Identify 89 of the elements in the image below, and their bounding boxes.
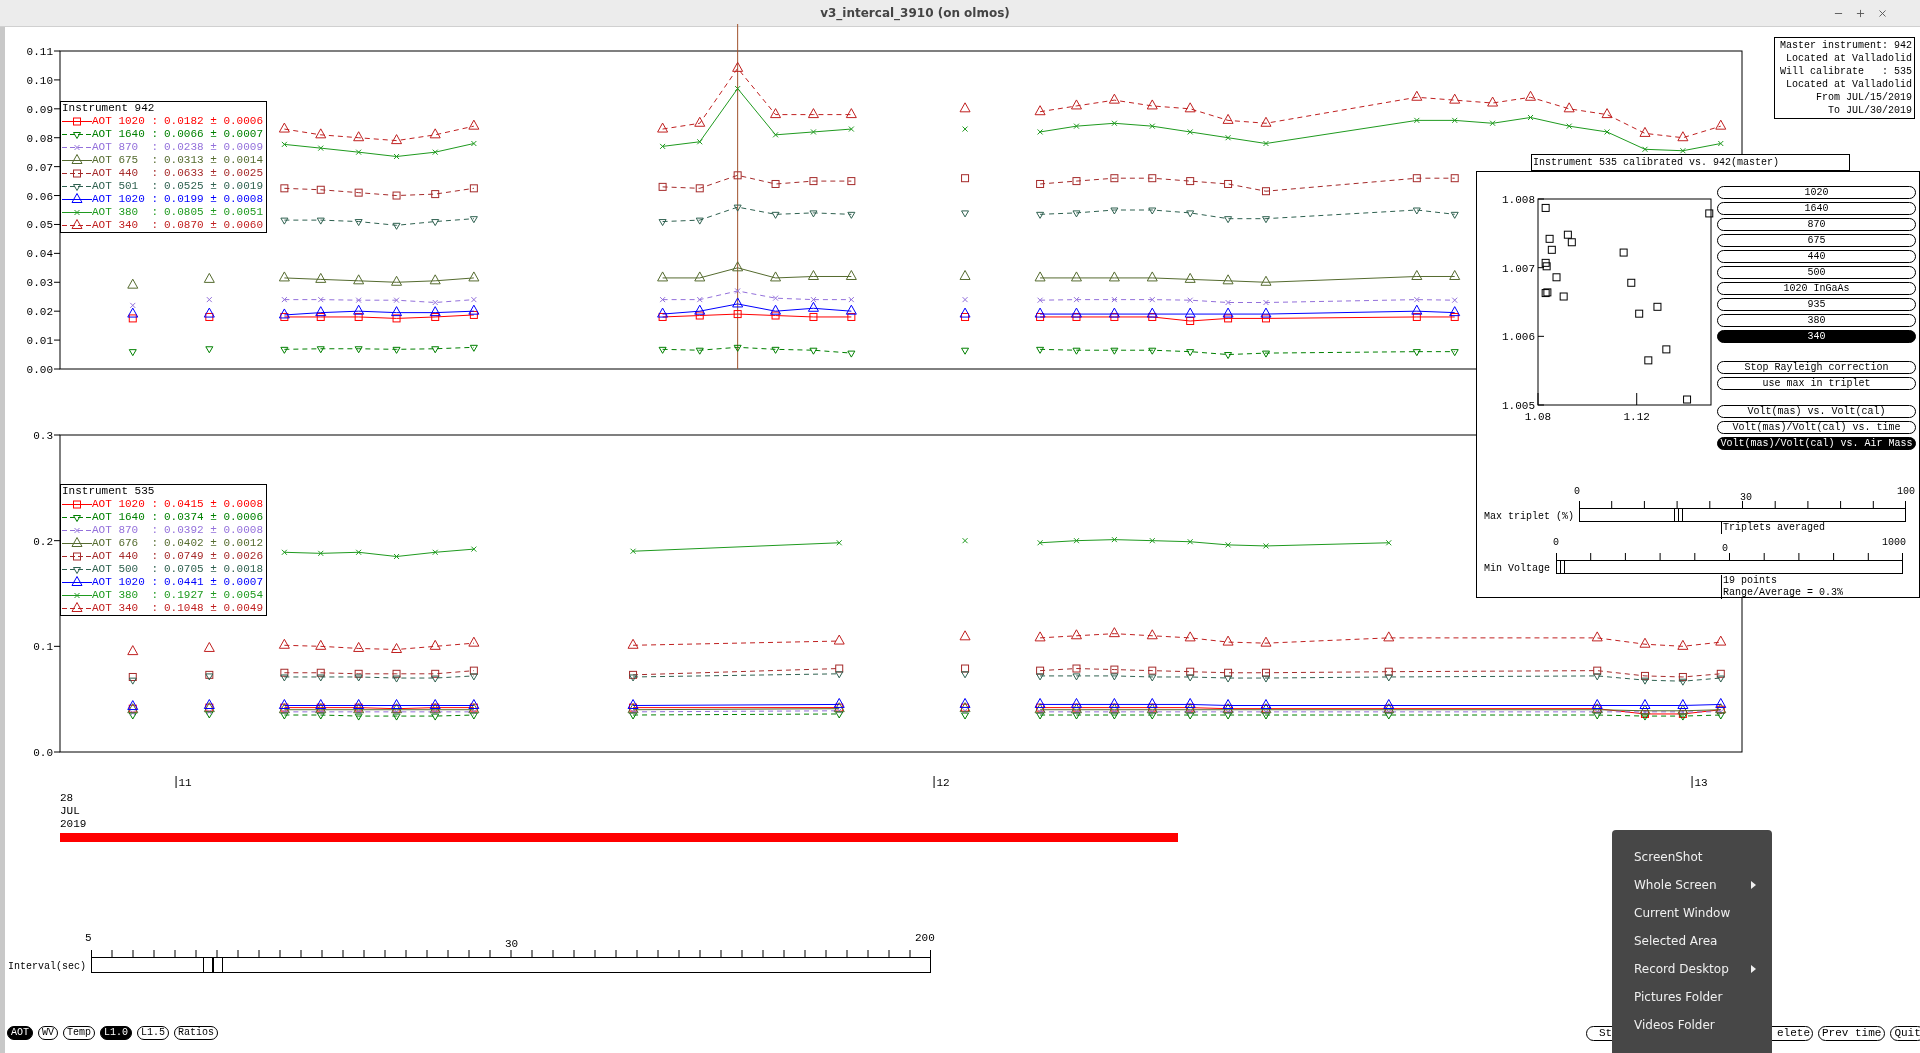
info-line: To JUL/30/2019 (1828, 104, 1912, 117)
legend-label: AOT 501 : (92, 180, 159, 193)
legend-label: AOT 1020 : (92, 498, 159, 511)
info-line: Located at Valladolid (1785, 52, 1912, 65)
window-title: v3_intercal_3910 (on olmos) (820, 5, 1010, 22)
legend-label: AOT 870 : (92, 141, 159, 154)
slider-note: Triplets averaged (1721, 522, 1826, 534)
slider-min-label: 0 (1574, 485, 1580, 499)
slider-min-label: 0 (1553, 536, 1559, 550)
x-tick-label: 12 (936, 777, 950, 789)
y-tick-label: 0.07 (26, 161, 53, 174)
slider-min-label: 5 (85, 932, 92, 945)
date-label: 2019 (60, 818, 87, 831)
y-tick-label: 0.02 (26, 306, 53, 319)
legend-value: 0.0805 ± 0.0051 (164, 206, 264, 219)
slider-value-label: 30 (1740, 491, 1752, 505)
slider-value-label: 0 (1722, 542, 1728, 556)
info-line: From JUL/15/2019 (1816, 91, 1912, 104)
y-tick-label: 1.008 (1502, 194, 1535, 206)
y-tick-label: 0.3 (33, 430, 53, 442)
slider-max-label: 200 (915, 932, 935, 945)
y-tick-label: 1.007 (1502, 262, 1535, 275)
legend-value: 0.1048 ± 0.0049 (164, 602, 264, 615)
y-tick-label: 0.00 (26, 364, 53, 374)
legend-label: AOT 676 : (92, 537, 159, 550)
legend-value: 0.0238 ± 0.0009 (164, 141, 264, 154)
legend-value: 0.0870 ± 0.0060 (164, 219, 264, 232)
x-tick-label: 1.12 (1623, 411, 1650, 423)
y-tick-label: 0.0 (33, 747, 53, 759)
info-line: Master instrument: 942 (1779, 39, 1912, 52)
slider-label: Min Voltage (1484, 562, 1550, 576)
date-label: 28 (60, 792, 75, 805)
y-tick-label: 0.10 (26, 74, 53, 87)
y-tick-label: 0.2 (33, 535, 53, 548)
legend-label: AOT 380 : (92, 589, 159, 602)
y-tick-label: 0.1 (33, 641, 53, 654)
slider-max-label: 100 (1897, 485, 1915, 499)
legend-value: 0.0633 ± 0.0025 (164, 167, 264, 180)
legend-label: AOT 440 : (92, 167, 159, 180)
legend-label: AOT 870 : (92, 524, 159, 537)
y-tick-label: 1.005 (1502, 400, 1535, 412)
legend-label: AOT 1020 : (92, 193, 159, 206)
legend-title: Instrument 535 (62, 485, 156, 498)
legend-label: AOT 1640 : (92, 128, 159, 141)
info-line: Located at Valladolid (1785, 78, 1912, 91)
legend-label: AOT 380 : (92, 206, 159, 219)
legend-value: 0.0441 ± 0.0007 (164, 576, 264, 589)
status-line: 19 points (1723, 575, 1778, 587)
legend-value: 0.0525 ± 0.0019 (164, 180, 264, 193)
slider-label: Max triplet (%) (1484, 510, 1574, 524)
y-tick-label: 0.06 (26, 190, 53, 203)
legend-value: 0.0392 ± 0.0008 (164, 524, 264, 537)
legend-value: 0.0374 ± 0.0006 (164, 511, 264, 524)
panel-title-field: Instrument 535 calibrated vs. 942(master) (1531, 154, 1850, 171)
legend-label: AOT 440 : (92, 550, 159, 563)
legend-value: 0.0705 ± 0.0018 (164, 563, 264, 576)
legend-value: 0.0313 ± 0.0014 (164, 154, 264, 167)
y-tick-label: 0.08 (26, 132, 53, 145)
slider-label: Interval(sec) (8, 960, 86, 973)
legend-label: AOT 500 : (92, 563, 159, 576)
y-tick-label: 0.03 (26, 277, 53, 290)
legend-label: AOT 1020 : (92, 576, 159, 589)
legend-value: 0.0415 ± 0.0008 (164, 498, 264, 511)
x-tick-label: 13 (1694, 777, 1708, 789)
info-line: Will calibrate : 535 (1779, 65, 1912, 78)
x-tick-label: 11 (178, 777, 192, 789)
legend-value: 0.0749 ± 0.0026 (164, 550, 264, 563)
y-tick-label: 0.11 (26, 46, 53, 58)
x-tick-label: 1.08 (1524, 411, 1552, 423)
legend-value: 0.0182 ± 0.0006 (164, 115, 264, 128)
legend-label: AOT 340 : (92, 219, 159, 232)
legend-label: AOT 675 : (92, 154, 159, 167)
legend-label: AOT 1640 : (92, 511, 159, 524)
legend-label: AOT 1020 : (92, 115, 159, 128)
slider-mid-label: 30 (505, 938, 519, 951)
y-tick-label: 0.04 (26, 248, 53, 261)
legend-value: 0.0402 ± 0.0012 (164, 537, 264, 550)
legend-title: Instrument 942 (62, 102, 156, 115)
legend-value: 0.0066 ± 0.0007 (164, 128, 264, 141)
y-tick-label: 0.05 (26, 219, 53, 232)
y-tick-label: 0.01 (26, 335, 53, 348)
slider-max-label: 1000 (1882, 536, 1906, 550)
date-label: JUL (60, 805, 81, 818)
status-line: Range/Average = 0.3% (1723, 587, 1844, 599)
legend-value: 0.1927 ± 0.0054 (164, 589, 264, 602)
legend-value: 0.0199 ± 0.0008 (164, 193, 264, 206)
y-tick-label: 0.09 (26, 103, 53, 116)
legend-label: AOT 340 : (92, 602, 159, 615)
y-tick-label: 1.006 (1502, 331, 1535, 344)
